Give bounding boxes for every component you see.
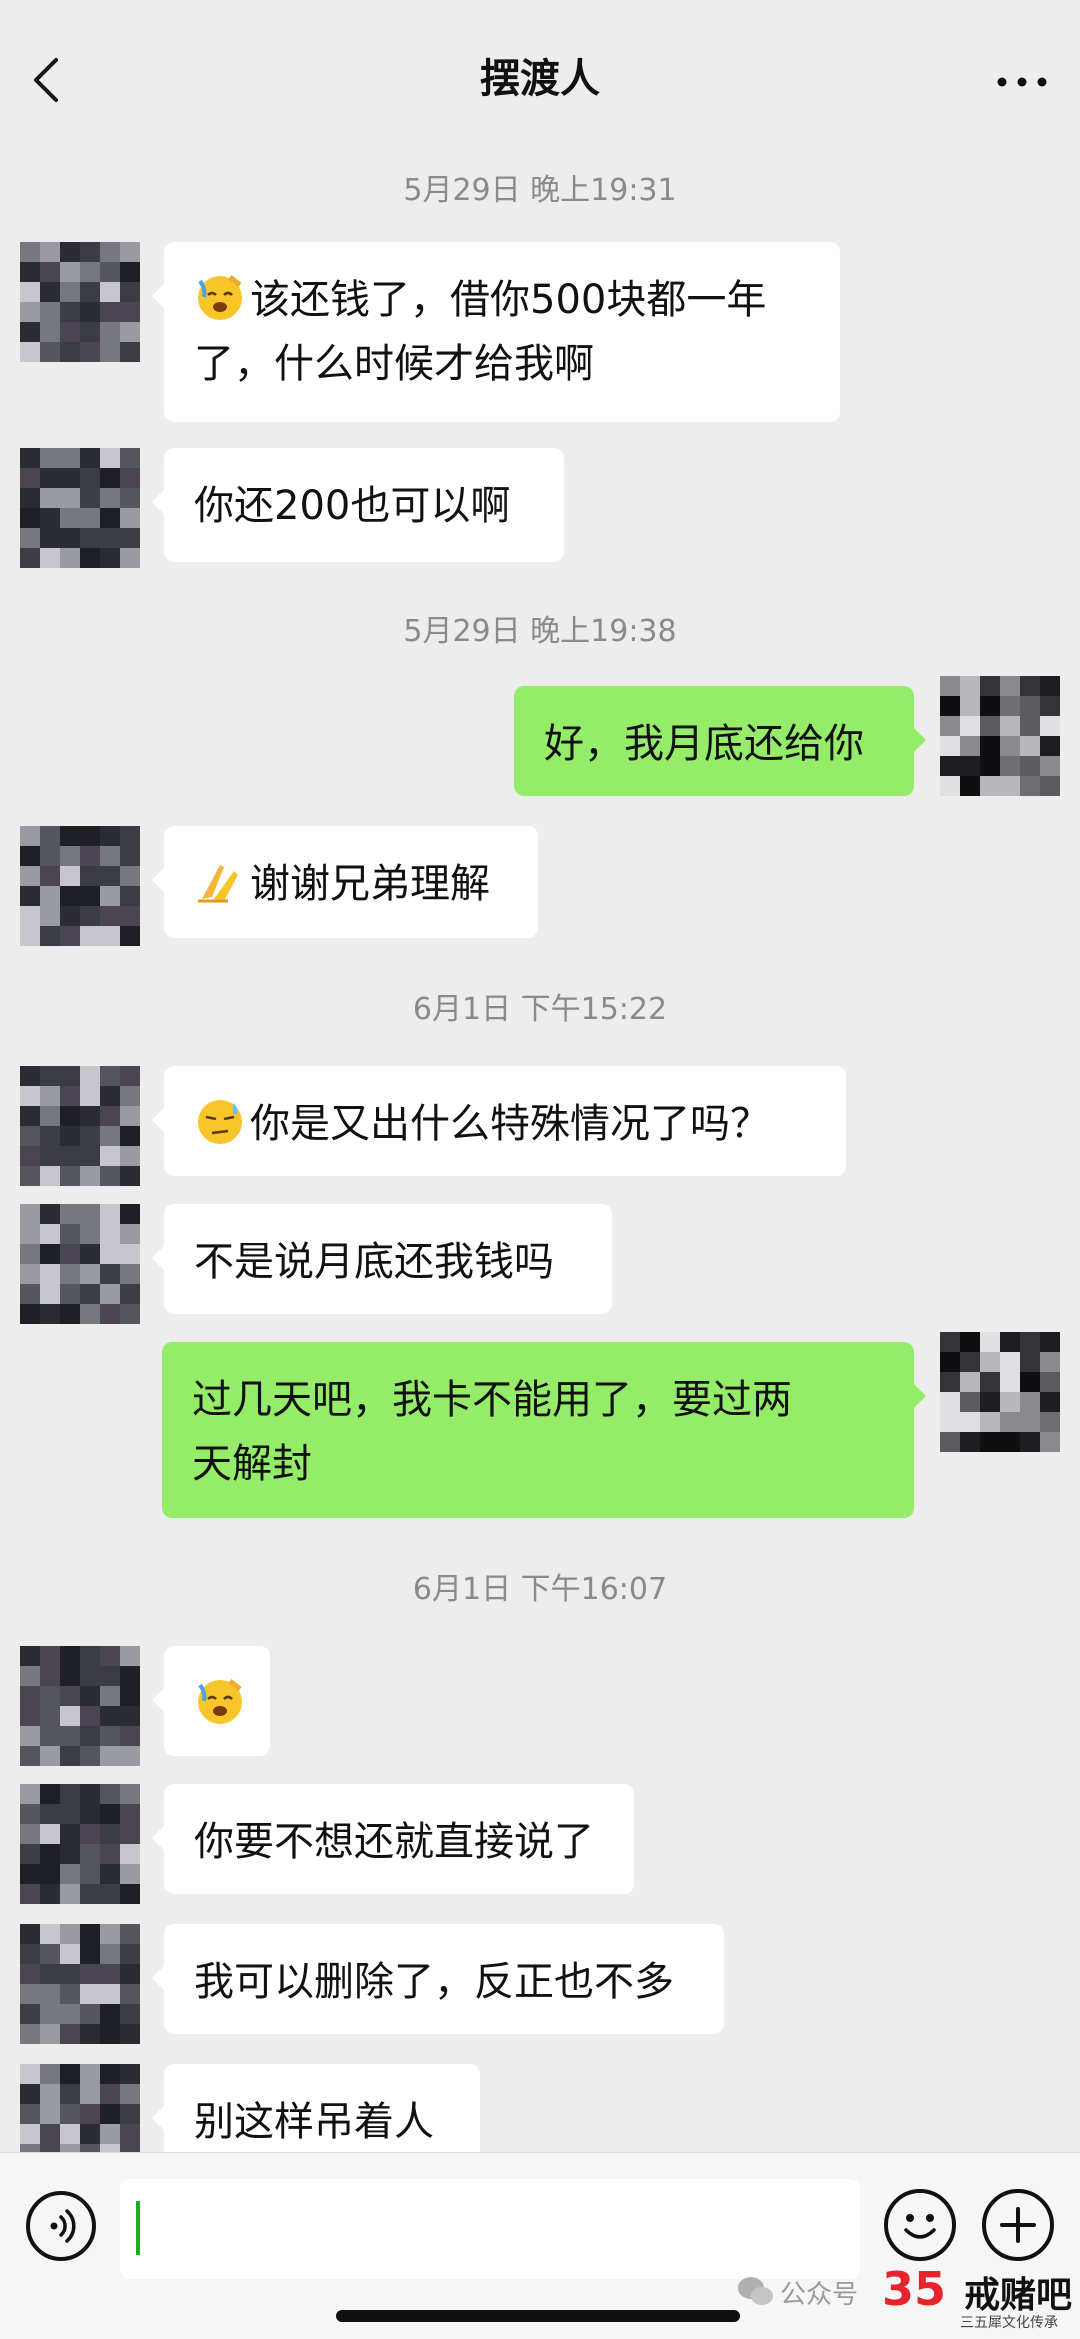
home-indicator xyxy=(336,2310,740,2322)
timestamp: 5月29日 晚上19:38 xyxy=(403,614,677,649)
timestamp: 5月29日 晚上19:31 xyxy=(403,173,677,208)
plus-button[interactable] xyxy=(982,2189,1054,2261)
avatar[interactable] xyxy=(940,676,1060,796)
avatar[interactable] xyxy=(20,1066,140,1186)
avatar[interactable] xyxy=(20,1204,140,1324)
timestamp: 6月1日 下午15:22 xyxy=(412,992,668,1027)
watermark: 公众号 35 戒赌吧 三五犀文化传承 xyxy=(732,2262,1080,2332)
message-text: 你要不想还就直接说了 xyxy=(194,1819,594,1865)
wechat-icon xyxy=(738,2277,773,2305)
message-bubble-received[interactable]: 你还200也可以啊 xyxy=(152,448,564,562)
message-text: 该还钱了，借你500块都一年 了，什么时候才给我啊 xyxy=(194,277,767,387)
message-text: 别这样吊着人 xyxy=(194,2099,434,2145)
timestamp: 6月1日 下午16:07 xyxy=(412,1572,668,1607)
voice-button[interactable] xyxy=(26,2191,96,2261)
message-bubble-received[interactable]: 谢谢兄弟理解 xyxy=(152,826,538,938)
avatar[interactable] xyxy=(20,1924,140,2044)
sweat-face-emoji-icon xyxy=(194,1095,246,1147)
avatar[interactable] xyxy=(20,448,140,568)
message-bubble-received[interactable]: 不是说月底还我钱吗 xyxy=(152,1204,612,1314)
message-text: 我可以删除了，反正也不多 xyxy=(194,1959,674,2005)
watermark-subtitle: 三五犀文化传承 xyxy=(960,2315,1058,2331)
watermark-name: 戒赌吧 xyxy=(964,2275,1073,2316)
watermark-logo: 35 xyxy=(882,2262,947,2316)
watermark-prefix: 公众号 xyxy=(780,2280,859,2310)
more-dots-icon xyxy=(997,77,1047,87)
message-text: 谢谢兄弟理解 xyxy=(250,861,490,907)
avatar[interactable] xyxy=(20,1784,140,1904)
avatar[interactable] xyxy=(20,1646,140,1766)
message-text: 过几天吧，我卡不能用了，要过两 天解封 xyxy=(192,1377,792,1487)
tired-face-emoji-icon xyxy=(194,1675,246,1727)
message-bubble-received[interactable]: 你是又出什么特殊情况了吗？ xyxy=(152,1066,846,1176)
chat-title: 摆渡人 xyxy=(480,56,600,102)
smiley-icon xyxy=(904,2214,936,2239)
text-caret xyxy=(136,2201,140,2255)
more-button[interactable] xyxy=(990,50,1054,110)
message-bubble-received[interactable] xyxy=(152,1646,270,1756)
chat-header: 摆渡人 xyxy=(0,0,1080,140)
plus-icon xyxy=(1000,2207,1036,2243)
message-text: 不是说月底还我钱吗 xyxy=(194,1239,554,1285)
message-text: 你是又出什么特殊情况了吗？ xyxy=(250,1101,770,1147)
message-bubble-received[interactable]: 你要不想还就直接说了 xyxy=(152,1784,634,1894)
message-bubble-received[interactable]: 我可以删除了，反正也不多 xyxy=(152,1924,724,2034)
message-bubble-sent[interactable]: 好，我月底还给你 xyxy=(514,686,926,796)
emoji-button[interactable] xyxy=(884,2189,956,2261)
avatar[interactable] xyxy=(940,1332,1060,1452)
tired-face-emoji-icon xyxy=(194,271,246,323)
message-text: 好，我月底还给你 xyxy=(544,721,864,767)
message-bubble-received[interactable]: 该还钱了，借你500块都一年 了，什么时候才给我啊 xyxy=(152,242,840,422)
avatar[interactable] xyxy=(20,242,140,362)
voice-icon xyxy=(50,2209,76,2243)
message-text: 你还200也可以啊 xyxy=(194,483,511,529)
avatar[interactable] xyxy=(20,826,140,946)
message-bubble-sent[interactable]: 过几天吧，我卡不能用了，要过两 天解封 xyxy=(162,1342,926,1518)
pray-hands-emoji-icon xyxy=(194,855,246,907)
